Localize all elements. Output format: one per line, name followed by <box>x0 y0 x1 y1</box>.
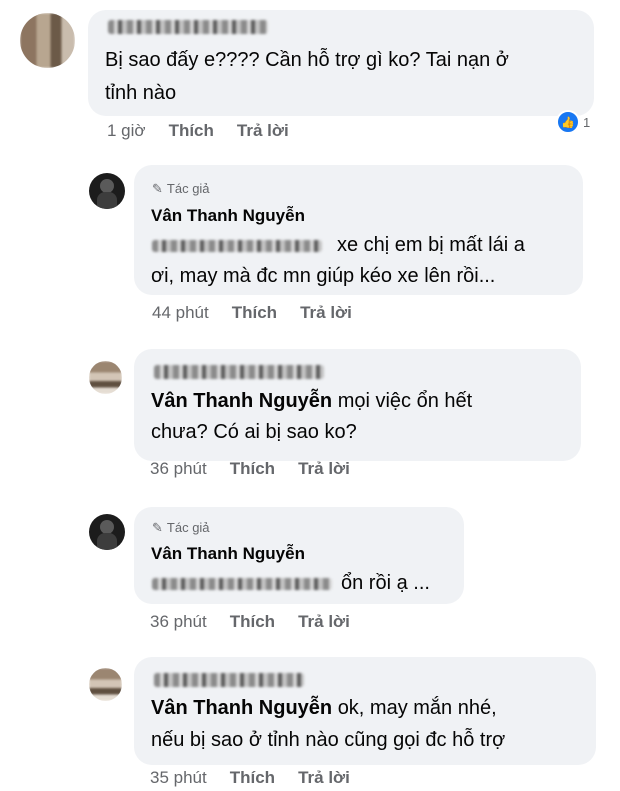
blurred-mention[interactable] <box>152 578 332 590</box>
comment-meta: 35 phút Thích Trả lời <box>150 768 373 788</box>
comment-bubble: Vân Thanh Nguyễn mọi việc ổn hết chưa? C… <box>134 349 581 461</box>
reply-button[interactable]: Trả lời <box>298 768 350 787</box>
comment-text-line-1: xe chị em bị mất lái a <box>337 234 525 256</box>
like-button[interactable]: Thích <box>230 459 275 478</box>
pen-icon: ✎ <box>152 181 163 196</box>
reply-button[interactable]: Trả lời <box>300 303 352 322</box>
comment-text-line-1: ổn rồi ạ ... <box>341 572 430 594</box>
comment-text-line-1: Bị sao đấy e???? Cần hỗ trợ gì ko? Tai n… <box>105 49 509 71</box>
author-badge: ✎ Tác giả <box>152 181 210 196</box>
like-button[interactable]: Thích <box>169 121 214 140</box>
author-badge: ✎ Tác giả <box>152 520 210 535</box>
comment-bubble: Bị sao đấy e???? Cần hỗ trợ gì ko? Tai n… <box>88 10 594 116</box>
timestamp[interactable]: 36 phút <box>150 459 207 478</box>
like-icon: 👍 <box>556 110 580 134</box>
comment-text-line-1: Vân Thanh Nguyễn mọi việc ổn hết <box>151 390 473 412</box>
mention-link[interactable]: Vân Thanh Nguyễn <box>151 697 332 719</box>
mention-link[interactable]: Vân Thanh Nguyễn <box>151 390 332 412</box>
reaction-count[interactable]: 👍 1 <box>556 110 590 134</box>
comment-text-line-2: chưa? Có ai bị sao ko? <box>151 421 357 443</box>
comment-meta: 1 giờ Thích Trả lời <box>107 121 312 141</box>
comment-bubble: ✎ Tác giả Vân Thanh Nguyễn xe chị em bị m… <box>134 165 583 295</box>
blurred-mention[interactable] <box>152 240 322 252</box>
comment-text-line-2: ơi, may mà đc mn giúp kéo xe lên rồi... <box>151 265 496 287</box>
comment-meta: 44 phút Thích Trả lời <box>152 303 375 323</box>
reply-button[interactable]: Trả lời <box>237 121 289 140</box>
reply-button[interactable]: Trả lời <box>298 459 350 478</box>
author-name[interactable]: Vân Thanh Nguyễn <box>151 206 305 226</box>
pen-icon: ✎ <box>152 520 163 535</box>
comment-meta: 36 phút Thích Trả lời <box>150 459 373 479</box>
timestamp[interactable]: 35 phút <box>150 768 207 787</box>
timestamp[interactable]: 36 phút <box>150 612 207 631</box>
timestamp[interactable]: 44 phút <box>152 303 209 322</box>
comment-text-line-1: Vân Thanh Nguyễn ok, may mắn nhé, <box>151 697 497 719</box>
comment-meta: 36 phút Thích Trả lời <box>150 612 373 632</box>
comment-bubble: Vân Thanh Nguyễn ok, may mắn nhé, nếu bị… <box>134 657 596 765</box>
author-name[interactable]: Vân Thanh Nguyễn <box>151 544 305 564</box>
reply-button[interactable]: Trả lời <box>298 612 350 631</box>
avatar[interactable] <box>20 13 75 68</box>
avatar[interactable] <box>89 173 125 209</box>
comment-bubble: ✎ Tác giả Vân Thanh Nguyễn ổn rồi ạ ... <box>134 507 464 604</box>
blurred-author-name[interactable] <box>108 20 268 34</box>
avatar[interactable] <box>89 668 122 701</box>
avatar[interactable] <box>89 514 125 550</box>
comment-text-line-2: nếu bị sao ở tỉnh nào cũng gọi đc hỗ trợ <box>151 729 506 751</box>
blurred-author-name[interactable] <box>154 673 304 687</box>
like-button[interactable]: Thích <box>232 303 277 322</box>
comment-text-line-2: tỉnh nào <box>105 82 177 104</box>
like-button[interactable]: Thích <box>230 768 275 787</box>
avatar[interactable] <box>89 361 122 394</box>
blurred-author-name[interactable] <box>154 365 324 379</box>
timestamp[interactable]: 1 giờ <box>107 121 146 140</box>
like-button[interactable]: Thích <box>230 612 275 631</box>
